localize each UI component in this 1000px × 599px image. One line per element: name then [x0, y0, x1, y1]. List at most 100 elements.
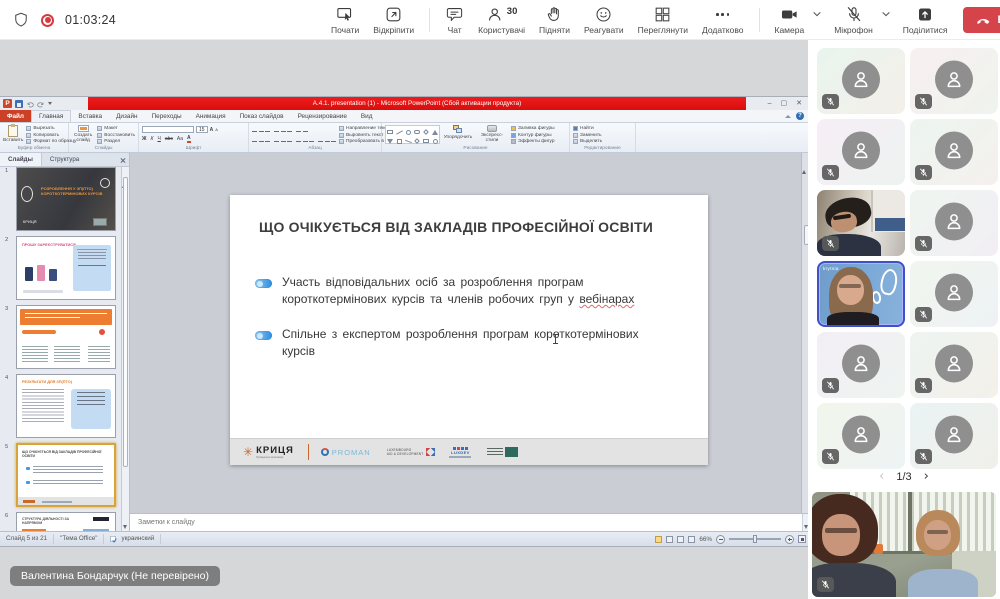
minimize-button[interactable]: –: [768, 97, 772, 110]
ribbon-collapse-icon[interactable]: [785, 115, 791, 118]
maximize-button[interactable]: ▢: [781, 97, 788, 110]
more-button[interactable]: Додатково: [700, 5, 745, 36]
tab-animations[interactable]: Анимация: [189, 110, 233, 122]
slide-thumbnail-1[interactable]: РОЗРОБЛЕННЯ У ЗП(ПТО) КОРОТКОТЕРМІНОВИХ …: [16, 167, 116, 231]
indent-button[interactable]: [296, 126, 308, 132]
reset-button[interactable]: Восстановить: [97, 133, 135, 138]
start-share-button[interactable]: Почати: [329, 4, 361, 36]
participant-tile[interactable]: [817, 403, 905, 469]
panel-tab-slides[interactable]: Слайды: [0, 153, 42, 166]
normal-view-button[interactable]: [655, 536, 662, 543]
strikethrough-button[interactable]: abc: [165, 136, 173, 142]
layout-button[interactable]: Макет: [97, 126, 135, 131]
camera-button[interactable]: Камера: [773, 4, 807, 36]
shape-fill-button[interactable]: Заливка фигуры: [511, 126, 555, 131]
page-prev-icon[interactable]: ‹: [879, 470, 884, 483]
italic-button[interactable]: К: [151, 136, 154, 142]
replace-button[interactable]: Заменить: [573, 133, 602, 138]
section-button[interactable]: Раздел: [97, 139, 135, 144]
shrink-font-icon[interactable]: A: [215, 127, 218, 132]
language-status[interactable]: украинский: [104, 534, 161, 544]
tab-slideshow[interactable]: Показ слайдов: [233, 110, 291, 122]
share-button[interactable]: Поділитися: [901, 4, 950, 36]
participant-tile[interactable]: [817, 48, 905, 114]
scroll-down-icon[interactable]: [123, 525, 127, 529]
participant-tile[interactable]: [817, 332, 905, 398]
quick-styles-button[interactable]: Экспресс-стили: [476, 125, 508, 144]
participant-tile[interactable]: [910, 261, 998, 327]
leave-button[interactable]: Вийти: [963, 7, 1000, 33]
tab-home[interactable]: Главная: [31, 110, 71, 122]
zoom-in-button[interactable]: [785, 535, 794, 544]
chat-button[interactable]: Чат: [443, 4, 466, 36]
underline-button[interactable]: Ч: [157, 136, 160, 142]
slide-thumbnail-6[interactable]: СТРУКТУРА ДІЯЛЬНОСТІ ЗА НАПРЯМОМ: [16, 512, 116, 531]
participant-tile[interactable]: [910, 119, 998, 185]
scroll-up-icon[interactable]: [802, 153, 806, 174]
align-center-button[interactable]: [274, 136, 292, 142]
slide-thumbnail-4[interactable]: РЕЗУЛЬТАТИ ДЛЯ ЗП(ПТО): [16, 374, 116, 438]
slide-thumbnail-3[interactable]: [16, 305, 116, 369]
reading-view-button[interactable]: [677, 536, 684, 543]
align-left-button[interactable]: [252, 136, 270, 142]
undo-icon[interactable]: [26, 100, 34, 108]
tab-design[interactable]: Дизайн: [109, 110, 144, 122]
zoom-slider-thumb[interactable]: [753, 535, 757, 543]
find-button[interactable]: Найти: [573, 126, 602, 131]
participant-tile[interactable]: [910, 403, 998, 469]
sorter-view-button[interactable]: [666, 536, 673, 543]
page-next-icon[interactable]: ›: [924, 470, 929, 483]
justify-button[interactable]: [318, 136, 336, 142]
participant-tile[interactable]: [817, 119, 905, 185]
panel-scroll-thumb[interactable]: [123, 177, 128, 467]
slide-title[interactable]: ЩО ОЧІКУЄТЬСЯ ВІД ЗАКЛАДІВ ПРОФЕСІЙНОЇ О…: [259, 219, 688, 235]
font-size-box[interactable]: 15: [196, 126, 208, 133]
tab-file[interactable]: Файл: [0, 110, 31, 122]
font-name-box[interactable]: [142, 126, 194, 133]
tab-insert[interactable]: Вставка: [71, 110, 109, 122]
panel-scrollbar[interactable]: [121, 167, 129, 531]
active-speaker-video-tile[interactable]: krytsia: [817, 261, 905, 327]
redo-icon[interactable]: [37, 100, 45, 108]
slide-bullet-1[interactable]: Участь відповідальних осіб за розробленн…: [282, 274, 640, 308]
shape-effects-button[interactable]: Эффекты фигур: [511, 139, 555, 144]
save-icon[interactable]: [15, 100, 23, 108]
tab-view[interactable]: Вид: [354, 110, 380, 122]
close-button[interactable]: ✕: [796, 97, 802, 110]
fit-to-window-button[interactable]: [798, 535, 806, 543]
camera-options-chevron[interactable]: [812, 10, 822, 18]
slideshow-view-button[interactable]: [688, 536, 695, 543]
view-button[interactable]: Переглянути: [636, 4, 690, 36]
participant-tile[interactable]: [910, 332, 998, 398]
qat-dropdown-icon[interactable]: [48, 102, 52, 105]
notes-pane[interactable]: Заметки к слайду: [130, 513, 810, 531]
bold-button[interactable]: Ж: [142, 136, 147, 142]
raise-hand-button[interactable]: Підняти: [537, 4, 572, 36]
font-color-button[interactable]: A: [187, 135, 191, 143]
help-icon[interactable]: ?: [796, 112, 804, 120]
current-slide[interactable]: ЩО ОЧІКУЄТЬСЯ ВІД ЗАКЛАДІВ ПРОФЕСІЙНОЇ О…: [230, 195, 708, 465]
mic-button[interactable]: Мікрофон: [832, 4, 875, 36]
zoom-slider[interactable]: [729, 538, 781, 540]
unpin-button[interactable]: Відкріпити: [371, 4, 416, 36]
shapes-gallery[interactable]: [385, 125, 440, 144]
paste-button[interactable]: Вставить: [3, 125, 23, 144]
grow-font-icon[interactable]: A: [210, 127, 214, 133]
align-right-button[interactable]: [296, 136, 314, 142]
change-case-button[interactable]: Aa: [177, 136, 183, 142]
tab-review[interactable]: Рецензирование: [291, 110, 354, 122]
numbering-button[interactable]: [274, 126, 292, 132]
zoom-out-button[interactable]: [716, 535, 725, 544]
participant-tile[interactable]: [910, 48, 998, 114]
tab-transitions[interactable]: Переходы: [145, 110, 189, 122]
panel-close-icon[interactable]: [117, 153, 129, 166]
select-button[interactable]: Выделить: [573, 139, 602, 144]
self-view-video-tile[interactable]: [812, 492, 996, 597]
bullets-button[interactable]: [252, 126, 270, 132]
new-slide-button[interactable]: Создать слайд: [72, 125, 94, 144]
participant-video-tile[interactable]: [817, 190, 905, 256]
shape-outline-button[interactable]: Контур фигуры: [511, 133, 555, 138]
panel-tab-outline[interactable]: Структура: [42, 153, 87, 166]
slide-thumbnail-2[interactable]: ПРОШУ ЗАРЕЄСТРУВАТИСЯ: [16, 236, 116, 300]
react-button[interactable]: Реагувати: [582, 4, 626, 36]
